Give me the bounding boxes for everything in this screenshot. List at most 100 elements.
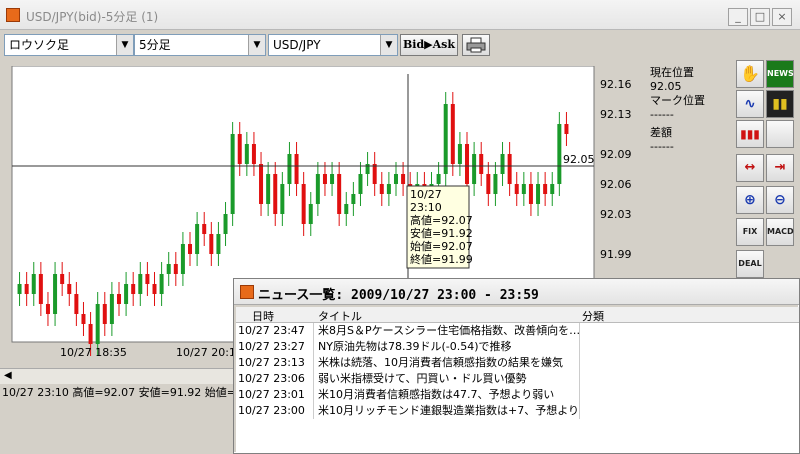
print-button[interactable] [462,34,490,56]
zoom-in-button[interactable]: ⊕ [736,186,764,214]
tooltip-line: 10/27 [410,188,442,201]
candle-body [244,144,249,164]
minimize-button[interactable]: _ [728,8,748,26]
candle-body [45,304,50,314]
candle-body [351,194,356,204]
news-title: 米10月消費者信頼感指数は47.7、予想より弱い [318,387,580,403]
col-date-header[interactable]: 日時 [252,308,274,324]
watermark-no: の [672,417,686,433]
macd-fix-button[interactable]: MACD [766,218,794,246]
line-chart-button[interactable]: ∿ [736,90,764,118]
candle-body [67,284,72,294]
candle-body [38,274,43,304]
candle-body [386,184,391,194]
indicator-button[interactable]: ▮▮ [766,90,794,118]
y-tick-label: 92.13 [600,108,632,121]
news-date: 10/27 23:06 [238,371,314,387]
chevron-down-icon: ▼ [116,35,133,55]
candle-body [322,174,327,184]
tooltip-line: 高値=92.07 [410,213,473,227]
candle-body [216,234,221,254]
candle-body [74,294,79,314]
candle-body [493,174,498,194]
pair-select[interactable]: USD/JPY ▼ [268,34,398,56]
app-icon [6,8,20,22]
candle-body [188,244,193,254]
candle-body [17,284,22,294]
scroll-left-icon[interactable]: ◀ [4,370,12,381]
candle-body [330,174,335,184]
deal-label: DEAL [738,259,762,268]
watermark-brand: Fx [602,390,655,437]
candle-body [152,284,157,294]
title-bar: USD/JPY(bid)-5分足 (1) _ □ × [0,0,800,30]
macd-label: MACD [767,227,794,236]
candle-body [159,274,164,294]
candle-body [237,134,242,164]
current-position-value: 92.05 [650,80,682,93]
fix-button[interactable]: FIX [736,218,764,246]
candle-body [259,164,264,204]
col-title-header[interactable]: タイトル [318,308,362,324]
position-readout: 現在位置 92.05 マーク位置 ------ 差額 ------ [650,66,730,154]
close-button[interactable]: × [772,8,792,26]
candle-body [287,154,292,184]
tooltip-line: 安値=91.92 [410,226,473,240]
line-chart-icon: ∿ [744,96,756,112]
maximize-button[interactable]: □ [750,8,770,26]
candle-body [116,294,121,304]
candle-body [223,214,228,234]
col-category-header[interactable]: 分類 [582,308,604,324]
chart-type-select[interactable]: ロウソク足 ▼ [4,34,134,56]
news-row[interactable]: 10/27 23:27 NY原油先物は78.39ドル(-0.54)で推移 [236,339,799,355]
candle-body [60,274,65,284]
shrink-arrows-icon: ⇥ [774,160,786,175]
shrink-horizontal-button[interactable]: ⇥ [766,154,794,182]
news-title: 弱い米指標受けて、円買い・ドル買い優勢 [318,371,580,387]
crosshair-tooltip: 10/2723:10高値=92.07安値=91.92始値=92.07終値=91.… [406,185,473,269]
candle-body [138,274,143,294]
candle-body [308,204,313,224]
news-label: NEWS [767,69,794,78]
candle-body [337,174,342,214]
blank-tool-button[interactable] [766,120,794,148]
last-price-label: 92.05 [563,153,595,166]
pair-value: USD/JPY [273,38,321,52]
x-tick-label: 10/27 18:35 [60,346,127,359]
candle-body [202,224,207,234]
mark-position-value: ------ [650,108,674,121]
printer-icon [466,37,486,53]
deal-fix-button[interactable]: DEAL [736,250,764,278]
news-button[interactable]: NEWS [766,60,794,88]
candle-body [280,184,285,214]
news-row[interactable]: 10/27 23:13 米株は続落、10月消費者信頼感指数の結果を嫌気 [236,355,799,371]
candle-body [379,184,384,194]
candle-body [173,264,178,274]
hand-tool-button[interactable]: ✋ [736,60,764,88]
candle-body [102,304,107,324]
candle-body [180,244,185,274]
news-title: 米株は続落、10月消費者信頼感指数の結果を嫌気 [318,355,580,371]
candle-body [465,144,470,184]
timeframe-select[interactable]: 5分足 ▼ [134,34,266,56]
horizontal-scrollbar[interactable]: ◀ [0,368,234,384]
candle-body [195,224,200,254]
candle-body [273,174,278,214]
news-date: 10/27 23:47 [238,323,314,339]
tooltip-line: 終値=91.99 [410,252,473,266]
news-row[interactable]: 10/27 23:47 米8月S＆Pケースシラー住宅価格指数、改善傾向を… [236,323,799,339]
zoom-out-button[interactable]: ⊖ [766,186,794,214]
candle-button[interactable]: ▮▮▮ [736,120,764,148]
bid-ask-toggle-button[interactable]: Bid▶Ask [400,34,458,56]
news-title: 米10月リッチモンド連銀製造業指数は+7、予想より… [318,403,580,419]
chevron-down-icon: ▼ [380,35,397,55]
fix-label: FIX [742,227,758,236]
candle-body [457,144,462,164]
y-tick-label: 92.16 [600,78,632,91]
news-row[interactable]: 10/27 23:06 弱い米指標受けて、円買い・ドル買い優勢 [236,371,799,387]
tooltip-line: 23:10 [410,201,442,214]
candle-body [251,144,256,164]
expand-horizontal-button[interactable]: ↔ [736,154,764,182]
candle-body [472,154,477,184]
news-date: 10/27 23:13 [238,355,314,371]
